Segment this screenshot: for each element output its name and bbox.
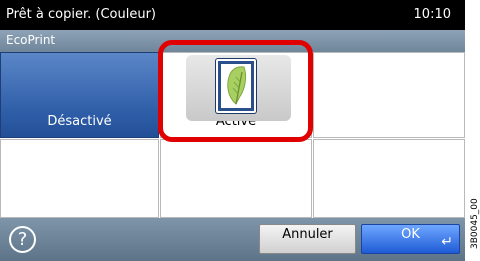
cancel-button[interactable]: Annuler (259, 224, 356, 254)
ok-label: OK (401, 227, 420, 242)
option-off-label: Désactivé (47, 114, 112, 129)
empty-cell (0, 139, 159, 218)
status-message: Prêt à copier. (Couleur) (6, 7, 156, 22)
empty-cell (313, 52, 465, 138)
page-title: EcoPrint (6, 33, 56, 47)
cancel-label: Annuler (282, 227, 333, 242)
bottom-bar: ? Annuler OK ↵ (0, 218, 465, 261)
status-bar: Prêt à copier. (Couleur) 10:10 (0, 0, 465, 30)
option-off-button[interactable]: Désactivé (0, 52, 159, 138)
help-button[interactable]: ? (9, 226, 36, 253)
empty-cell (160, 139, 312, 218)
help-icon: ? (17, 229, 28, 250)
selection-highlight (158, 40, 313, 142)
enter-icon: ↵ (441, 234, 453, 250)
ok-button[interactable]: OK ↵ (361, 224, 460, 254)
empty-cell (313, 139, 465, 218)
status-divider (339, 4, 341, 26)
copier-screen: Prêt à copier. (Couleur) 10:10 EcoPrint … (0, 0, 465, 261)
status-time: 10:10 (413, 7, 451, 22)
figure-code: 3B0045_00 (470, 198, 480, 249)
